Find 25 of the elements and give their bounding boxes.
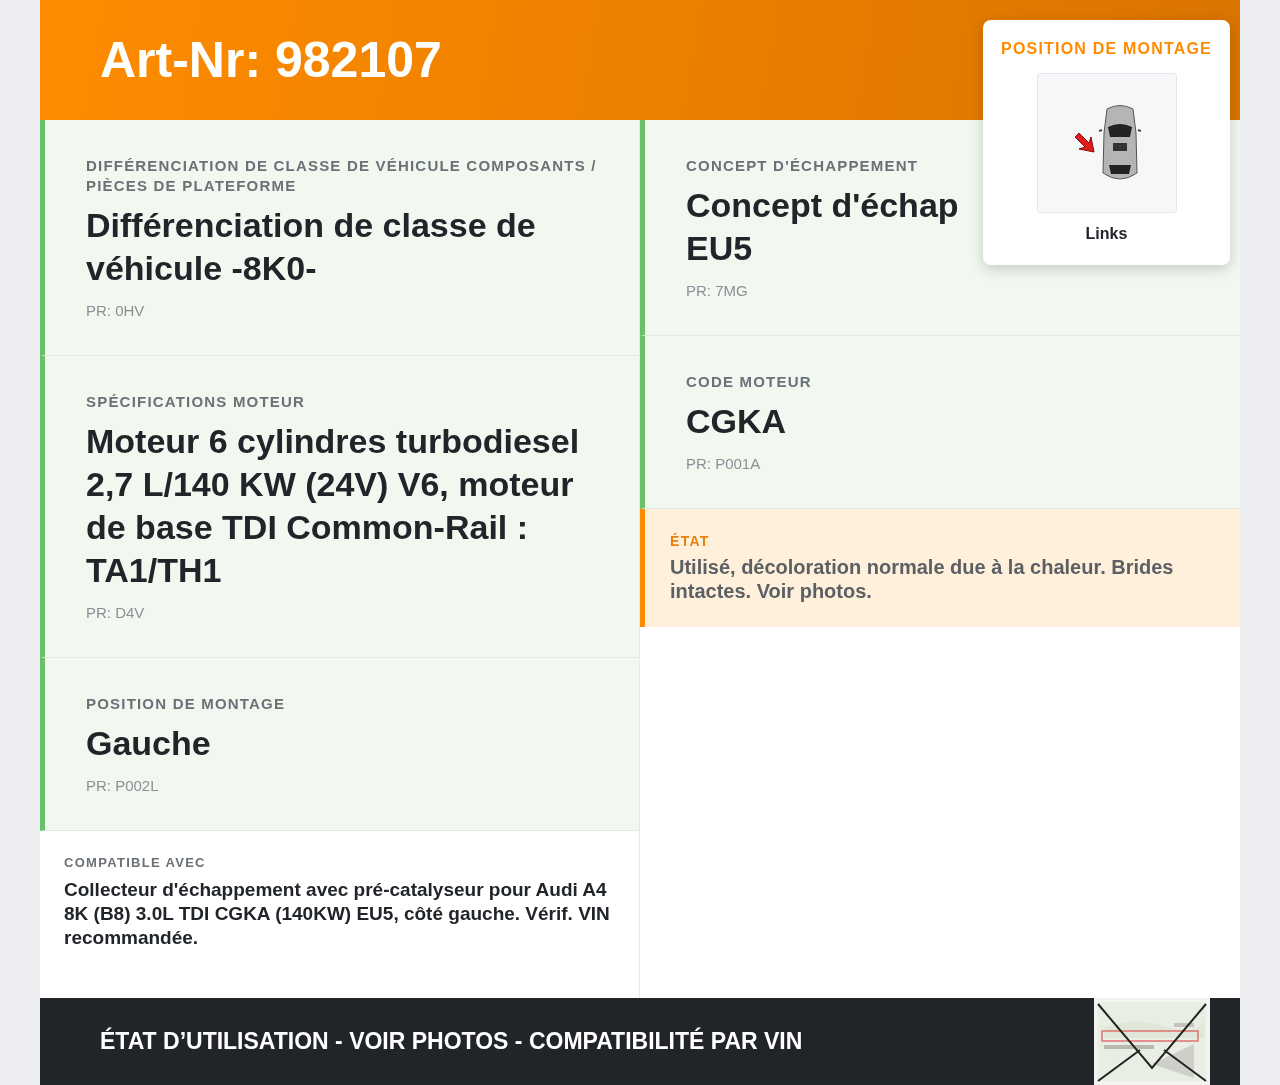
spec-label: DIFFÉRENCIATION DE CLASSE DE VÉHICULE COMPOSANTS / PIÈCES DE PLATEFORME (86, 156, 598, 196)
pr-code: PR: D4V (86, 604, 146, 621)
condition-text: Utilisé, décoloration normale due à la chaleur. Brides intactes. Voir photos. (670, 555, 1175, 603)
spec-label: POSITION DE MONTAGE (86, 694, 287, 714)
spec-value: Moteur 6 cylindres turbodiesel 2,7 L/140 KW (24V) V6, moteur de base TDI Common-Rail : TA1/TH1 (86, 421, 581, 591)
spec-value: Gauche (86, 723, 211, 764)
condition-label: ÉTAT (670, 533, 711, 549)
spec-label: CONCEPT D'ÉCHAPPEMENT (686, 156, 920, 176)
pr-code: PR: 7MG (686, 282, 749, 299)
car-icon (1098, 103, 1141, 183)
spec-value: CGKA (686, 401, 787, 442)
mount-label: POSITION DE MONTAGE (1001, 40, 1212, 58)
pr-code: PR: P001A (686, 455, 762, 472)
article-number: Art-Nr: 982107 (100, 31, 442, 89)
spec-label: SPÉCIFICATIONS MOTEUR (86, 392, 307, 412)
arrow-icon (1072, 131, 1097, 155)
footer-text: ÉTAT D’UTILISATION - VOIR PHOTOS - COMPATIBILITÉ PAR VIN (100, 1028, 803, 1055)
pr-code: PR: 0HV (86, 302, 146, 319)
spec-value: Différenciation de classe de véhicule -8K0- (86, 205, 537, 289)
mount-caption: Links (1085, 225, 1128, 243)
spec-label: CODE MOTEUR (686, 372, 813, 392)
compat-text: Collecteur d'échappement avec pré-catalyseur pour Audi A4 8K (B8) 3.0L TDI CGKA (140KW) EU5, côté gauche. Vérif. VIN recommandée. (64, 878, 611, 950)
spec-value: Concept d'échap EU5 (686, 185, 959, 269)
pr-code: PR: P002L (86, 777, 160, 794)
compat-label: COMPATIBLE AVEC (64, 855, 207, 870)
